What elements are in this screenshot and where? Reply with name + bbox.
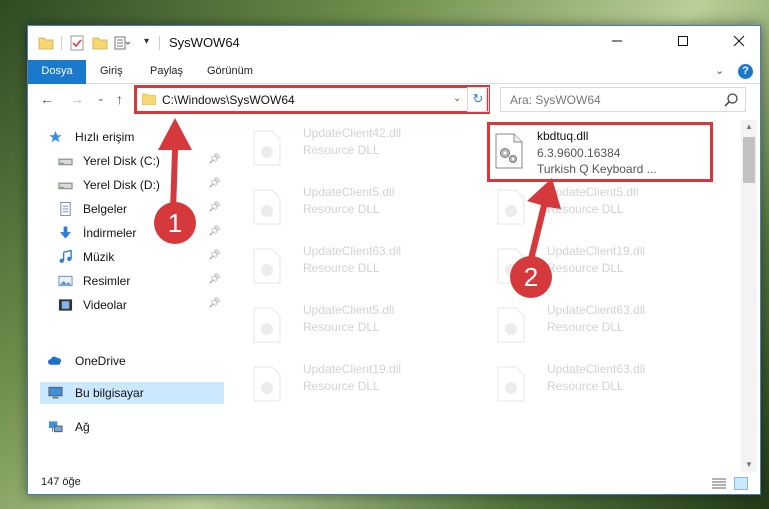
annotation-arrow-2 [527, 178, 561, 260]
annotation-badge-1: 1 [154, 202, 196, 244]
annotation-arrow-1 [158, 118, 192, 212]
annotation-badge-2: 2 [510, 256, 552, 298]
annotation-overlay [158, 118, 561, 260]
